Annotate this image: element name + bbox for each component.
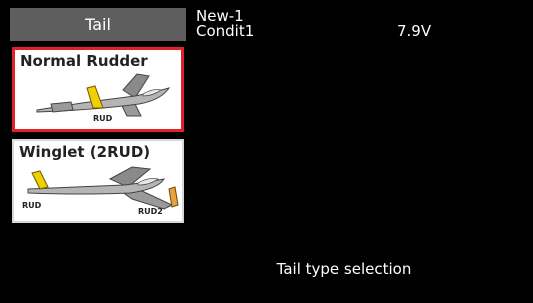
normal-rudder-option[interactable]: Normal Rudder RUD (12, 47, 184, 132)
rud-tag: RUD (93, 114, 113, 123)
rud2-tag: RUD2 (138, 207, 163, 216)
tail-type-panel: Tail Normal Rudder RUD Winglet (2RUD) RU… (10, 8, 186, 296)
battery-voltage: 7.9V (397, 22, 432, 40)
winglet-2rud-option[interactable]: Winglet (2RUD) RUD RUD2 (12, 139, 184, 223)
rud-tag: RUD (22, 201, 42, 210)
status-prompt: Tail type selection (276, 260, 412, 278)
condition-name: Condit1 (196, 22, 255, 40)
tail-tab-header: Tail (10, 8, 186, 41)
tail-tab-title: Tail (85, 15, 111, 34)
